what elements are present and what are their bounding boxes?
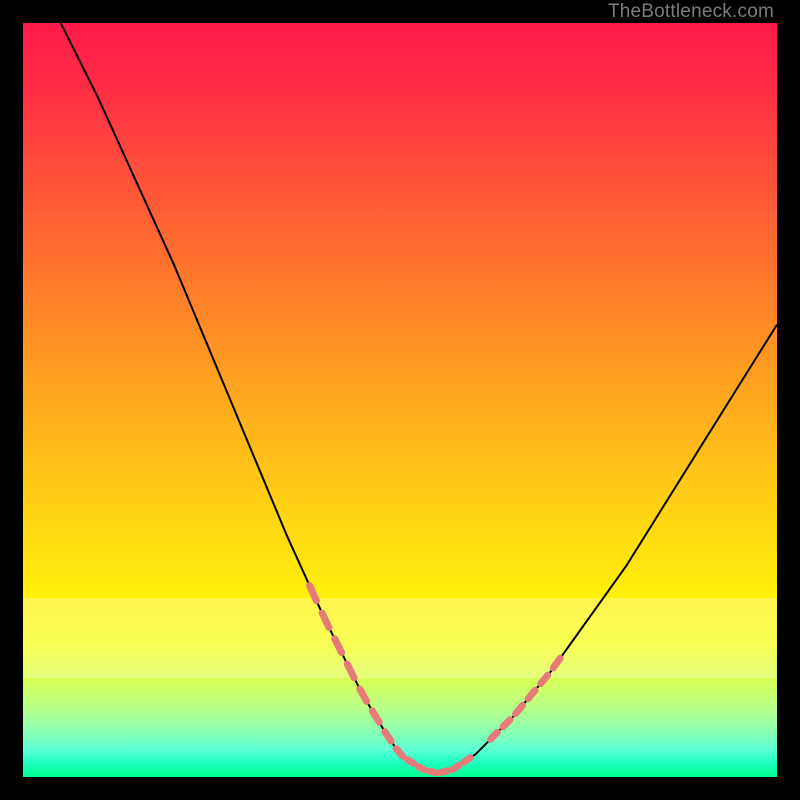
valley-dashes-dash (385, 732, 391, 741)
curve-layer (23, 23, 777, 777)
valley-dashes-dash (396, 749, 402, 756)
valley-dashes-dash (430, 771, 436, 773)
left-dashes-dash (347, 664, 354, 678)
right-dashes-dash (528, 690, 535, 698)
valley-dashes-dash (408, 759, 414, 763)
left-dashes-dash (335, 639, 342, 653)
left-dashes-dash (310, 586, 317, 601)
curve-line (61, 23, 777, 773)
left-dashes-dash (360, 689, 367, 701)
valley-dashes-dash (464, 758, 470, 762)
right-dashes-dash (553, 658, 560, 668)
right-dashes-dash (503, 720, 510, 727)
chart-frame: TheBottleneck.com (0, 0, 800, 800)
right-dashes-dash (491, 732, 498, 739)
valley-dashes-dash (453, 765, 459, 769)
valley-dashes-dash (442, 771, 448, 773)
bottleneck-curve (61, 23, 777, 773)
left-dashes-dash (372, 711, 379, 723)
right-dashes-dash (516, 705, 523, 713)
valley-dashes-dash (419, 767, 425, 770)
plot-area (23, 23, 777, 777)
right-dashes-dash (541, 675, 548, 683)
watermark-text: TheBottleneck.com (608, 1, 774, 23)
highlight-dashes (310, 586, 561, 773)
left-dashes-dash (322, 613, 329, 627)
